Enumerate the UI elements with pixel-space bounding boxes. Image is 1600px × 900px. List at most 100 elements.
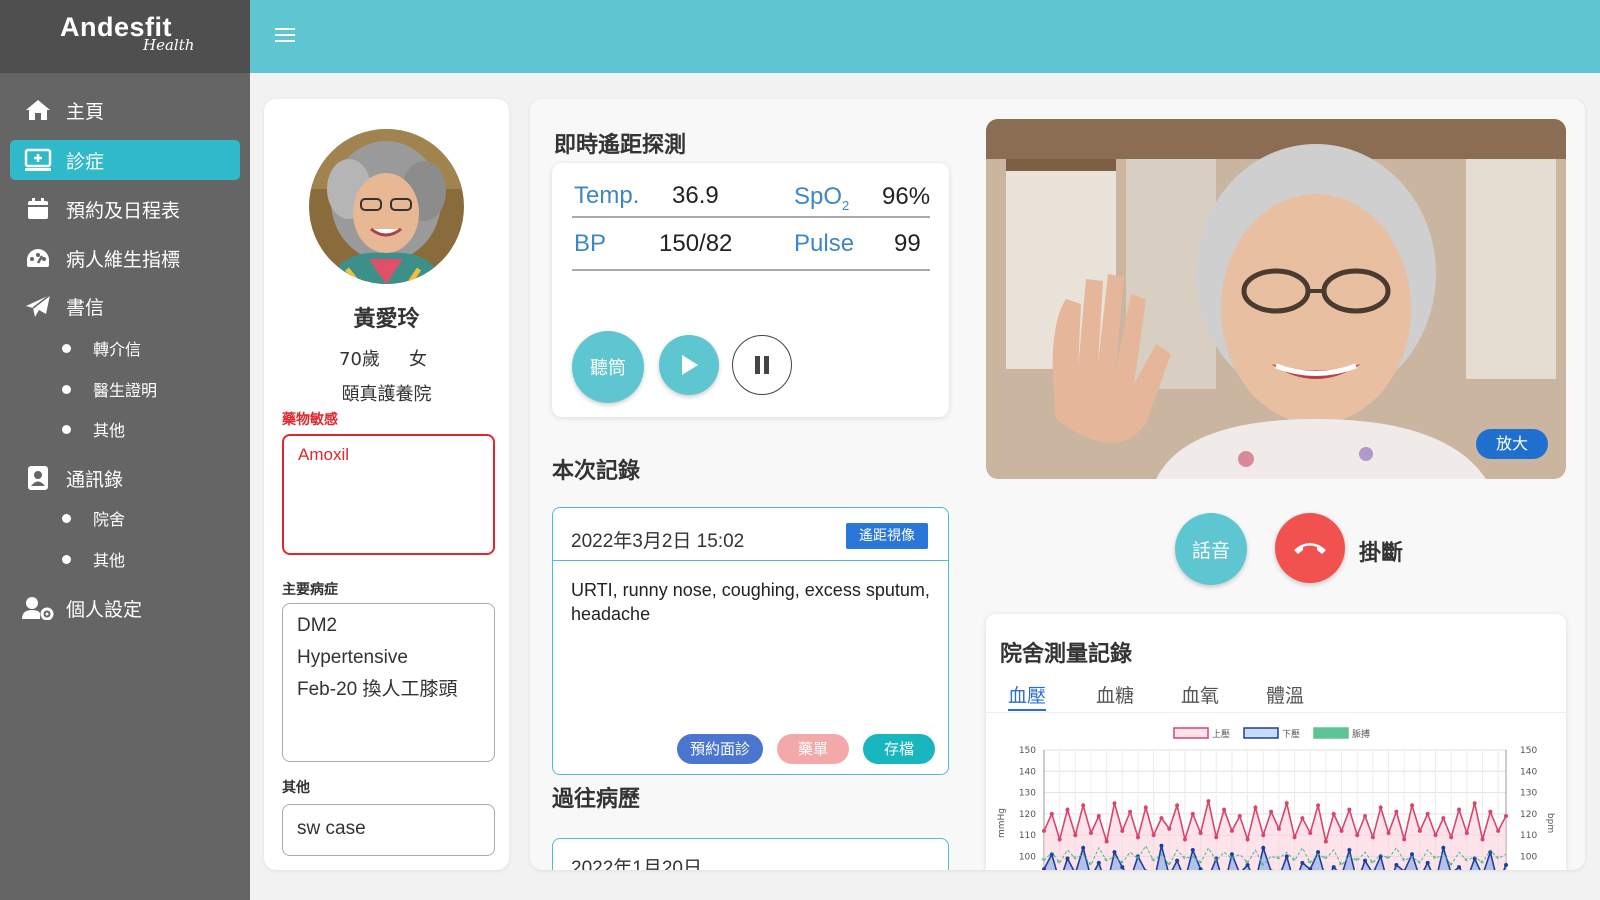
series-point: * bbox=[1119, 859, 1123, 868]
other-field[interactable]: sw case bbox=[282, 804, 495, 856]
bullet-icon bbox=[62, 384, 71, 394]
sidebar-item-schedule[interactable]: 預約及日程表 bbox=[10, 189, 240, 229]
series-point: * bbox=[1135, 855, 1139, 864]
current-record-heading: 本次記錄 bbox=[552, 459, 641, 484]
series-point: * bbox=[1354, 857, 1358, 866]
voice-button[interactable]: 話音 bbox=[1175, 513, 1247, 585]
series-point bbox=[1410, 852, 1415, 857]
series-point: * bbox=[1166, 861, 1170, 870]
series-point bbox=[1065, 856, 1070, 861]
series-point bbox=[1331, 865, 1336, 870]
series-point bbox=[1135, 835, 1140, 840]
legend-label: 脈搏 bbox=[1352, 728, 1370, 740]
app-logo[interactable]: Andesfit Health bbox=[0, 0, 250, 73]
sidebar-item-vitals[interactable]: 病人維生指標 bbox=[10, 238, 240, 278]
series-point bbox=[1433, 833, 1438, 838]
menu-toggle-icon[interactable] bbox=[275, 28, 295, 44]
sidebar-item-contacts[interactable]: 通訊錄 bbox=[10, 458, 240, 498]
sidebar-subitem-label: 院舍 bbox=[93, 510, 126, 529]
book-appointment-button[interactable]: 預約面診 bbox=[677, 734, 763, 764]
allergy-field[interactable]: Amoxil bbox=[282, 434, 495, 555]
series-point bbox=[1049, 811, 1054, 816]
series-point: * bbox=[1307, 859, 1311, 868]
series-point bbox=[1292, 835, 1297, 840]
patient-avatar bbox=[309, 129, 464, 284]
tab-blood-sugar[interactable]: 血糖 bbox=[1096, 681, 1134, 708]
sidebar-item-settings[interactable]: 個人設定 bbox=[10, 588, 240, 628]
patient-age: 70歲 bbox=[339, 349, 380, 370]
series-point: * bbox=[1292, 857, 1296, 866]
patient-name: 黃愛玲 bbox=[353, 307, 420, 332]
sidebar-item-home[interactable]: 主頁 bbox=[10, 90, 240, 130]
record-notes[interactable]: URTI, runny nose, coughing, excess sputu… bbox=[571, 578, 931, 626]
save-button[interactable]: 存檔 bbox=[863, 734, 935, 764]
vitals-card: Temp. 36.9 SpO2 96% BP 150/82 Pulse 99 聽… bbox=[552, 163, 949, 417]
legend-swatch bbox=[1243, 727, 1279, 739]
contact-book-icon bbox=[16, 465, 60, 491]
video-feed: 放大 bbox=[986, 119, 1566, 479]
patient-gender: 女 bbox=[409, 349, 427, 370]
series-point bbox=[1245, 837, 1250, 842]
series-point bbox=[1042, 828, 1046, 833]
series-point bbox=[1190, 848, 1195, 853]
sidebar-subitem-label: 醫生證明 bbox=[93, 381, 158, 400]
other-value: sw case bbox=[297, 818, 366, 839]
y-tick-label: 140 bbox=[1019, 767, 1036, 777]
hangup-button[interactable] bbox=[1275, 513, 1345, 583]
past-record-card[interactable]: 2022年1月20日 bbox=[552, 838, 949, 870]
sidebar-item-label: 個人設定 bbox=[66, 598, 143, 621]
series-point: * bbox=[1495, 855, 1499, 864]
sidebar-item-label: 主頁 bbox=[66, 100, 105, 123]
series-point bbox=[1096, 860, 1101, 865]
past-records-heading: 過往病歷 bbox=[552, 787, 641, 812]
sidebar-subitem-contact-other[interactable]: 其他 bbox=[62, 544, 125, 574]
series-point bbox=[1112, 850, 1117, 855]
tab-blood-oxygen[interactable]: 血氧 bbox=[1181, 681, 1219, 708]
y2-tick-label: 110 bbox=[1520, 831, 1537, 841]
conditions-field[interactable]: DM2 Hypertensive Feb-20 換人工膝頭 bbox=[282, 603, 495, 762]
spo2-value: 96% bbox=[882, 183, 931, 210]
home-icon bbox=[16, 98, 60, 122]
tab-temperature[interactable]: 體溫 bbox=[1266, 681, 1304, 708]
series-point bbox=[1496, 828, 1501, 833]
series-point bbox=[1104, 839, 1109, 844]
y2-tick-label: 100 bbox=[1520, 852, 1537, 862]
series-point bbox=[1206, 799, 1211, 804]
series-point bbox=[1229, 828, 1234, 833]
paper-plane-icon bbox=[16, 294, 60, 318]
series-point bbox=[1300, 860, 1305, 865]
y2-axis-label: bpm bbox=[1545, 813, 1555, 833]
vitals-divider bbox=[572, 269, 930, 271]
series-point bbox=[1363, 813, 1368, 818]
series-point bbox=[1237, 813, 1242, 818]
sidebar-subitem-letter-other[interactable]: 其他 bbox=[62, 414, 125, 444]
legend-label: 上壓 bbox=[1212, 729, 1230, 740]
series-point bbox=[1308, 831, 1313, 836]
series-point: * bbox=[1480, 859, 1484, 868]
series-point bbox=[1284, 854, 1289, 859]
series-point bbox=[1504, 813, 1508, 818]
sidebar: Andesfit Health 主頁 診症 預約及日程表 病人維生指標 書信 轉… bbox=[0, 0, 250, 900]
past-record-date: 2022年1月20日 bbox=[571, 858, 702, 870]
sidebar-item-letters[interactable]: 書信 bbox=[10, 286, 240, 326]
stethoscope-button[interactable]: 聽筒 bbox=[572, 331, 644, 403]
series-point: * bbox=[1041, 857, 1045, 866]
tab-blood-pressure[interactable]: 血壓 bbox=[1008, 681, 1047, 711]
zoom-button[interactable]: 放大 bbox=[1476, 429, 1548, 459]
series-point: * bbox=[1198, 859, 1202, 868]
sidebar-subitem-homes[interactable]: 院舍 bbox=[62, 503, 125, 533]
voice-label: 話音 bbox=[1191, 539, 1230, 562]
sidebar-subitem-certificate[interactable]: 醫生證明 bbox=[62, 374, 157, 404]
sidebar-subitem-referral[interactable]: 轉介信 bbox=[62, 333, 141, 363]
play-button[interactable] bbox=[659, 335, 719, 395]
series-point bbox=[1488, 809, 1493, 814]
prescription-button[interactable]: 藥單 bbox=[777, 734, 849, 764]
series-point bbox=[1198, 831, 1203, 836]
series-point: * bbox=[1464, 857, 1468, 866]
series-point bbox=[1449, 835, 1454, 840]
series-point bbox=[1222, 807, 1227, 812]
y-tick-label: 110 bbox=[1019, 831, 1036, 841]
pause-button[interactable] bbox=[732, 335, 792, 395]
series-point bbox=[1464, 831, 1469, 836]
sidebar-item-consultation[interactable]: 診症 bbox=[10, 140, 240, 180]
